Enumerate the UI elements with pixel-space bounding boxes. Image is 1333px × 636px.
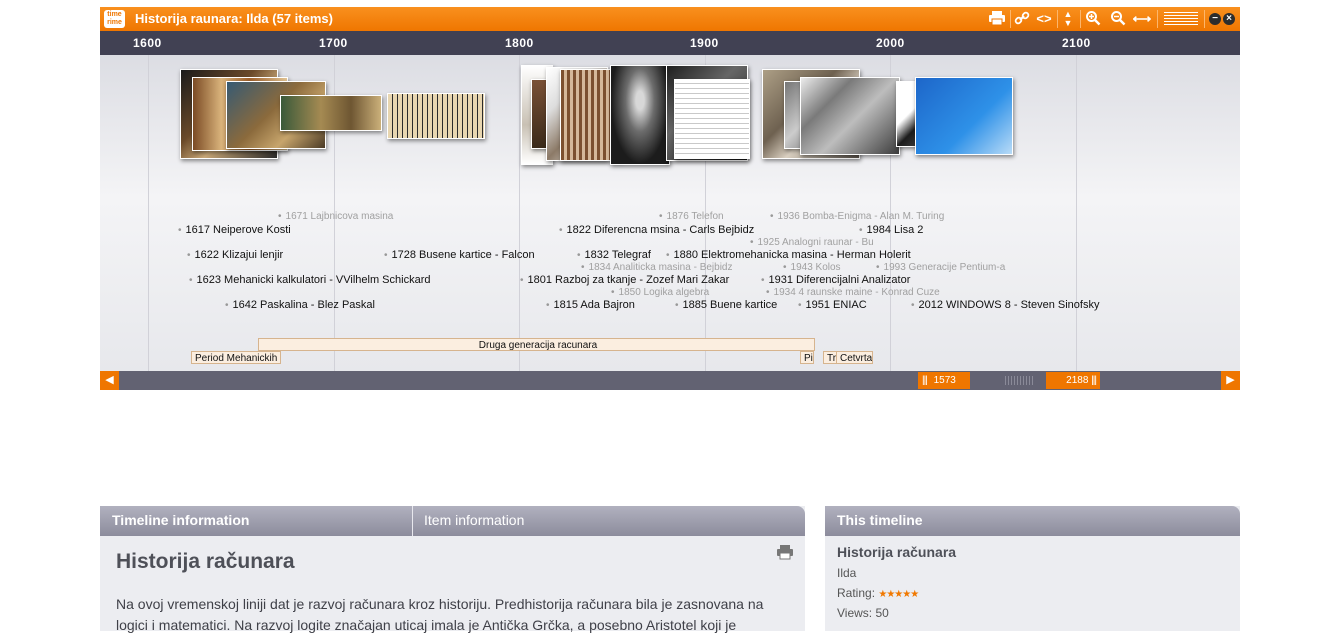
- event-label[interactable]: 1943 Kolos: [783, 261, 841, 274]
- period-bar[interactable]: Druga generacija racunara: [258, 338, 815, 351]
- period-bar[interactable]: Pi: [800, 351, 814, 364]
- rating-stars-icon: ★★★★★: [878, 589, 919, 600]
- range-start-label: 1573: [933, 375, 956, 386]
- year-label: 1700: [319, 36, 348, 50]
- zoom-out-icon[interactable]: [1108, 10, 1128, 28]
- event-label[interactable]: 1834 Analiticka masina - Bejbidz: [581, 261, 733, 274]
- punched-card-thumbnail[interactable]: [387, 93, 485, 139]
- year-label: 1900: [690, 36, 719, 50]
- event-label[interactable]: 1885 Buene kartice: [675, 299, 778, 312]
- timerime-logo[interactable]: time rime: [104, 10, 125, 28]
- event-label[interactable]: 1934 4 raunske maine - Konrad Cuze: [766, 286, 940, 299]
- year-label: 1600: [133, 36, 162, 50]
- year-label: 2000: [876, 36, 905, 50]
- toolbar-divider: [1080, 10, 1081, 28]
- gridline: [519, 55, 520, 371]
- event-label[interactable]: 1622 Klizajui lenjir: [187, 249, 284, 262]
- portrait-thumbnail[interactable]: [610, 65, 670, 165]
- pascaline-thumbnail[interactable]: [280, 95, 382, 131]
- print-icon[interactable]: [776, 544, 794, 564]
- range-window[interactable]: [969, 372, 1049, 389]
- range-end-label: 2188: [1066, 375, 1089, 386]
- year-label: 1800: [505, 36, 534, 50]
- event-label[interactable]: 1815 Ada Bajron: [546, 299, 635, 312]
- timeline-title: Historija raunara: Ilda (57 items): [135, 11, 333, 26]
- range-end-handle[interactable]: 2188 |||: [1046, 372, 1100, 389]
- tab-timeline-information[interactable]: Timeline information: [112, 506, 249, 536]
- timeline-titlebar: time rime Historija raunara: Ilda (57 ite…: [100, 7, 1240, 31]
- tab-item-information[interactable]: Item information: [424, 506, 524, 536]
- year-label: 2100: [1062, 36, 1091, 50]
- timeline-canvas[interactable]: 1671 Lajbnicova masina 1617 Neiperove Ko…: [100, 55, 1240, 371]
- toolbar-divider: [1204, 10, 1205, 28]
- gridline: [148, 55, 149, 371]
- event-label[interactable]: 1642 Paskalina - Blez Paskal: [225, 299, 375, 312]
- event-label[interactable]: 2012 WINDOWS 8 - Steven Sinofsky: [911, 299, 1100, 312]
- rating-row: Rating: ★★★★★: [837, 586, 919, 600]
- info-panel: Timeline information Item information Hi…: [100, 506, 805, 633]
- event-label[interactable]: 1850 Logika algebra: [611, 286, 710, 299]
- event-label[interactable]: 1951 ENIAC: [798, 299, 867, 312]
- timeline-widget: time rime Historija raunara: Ilda (57 ite…: [100, 7, 1240, 390]
- event-label[interactable]: 1617 Neiperove Kosti: [178, 224, 291, 237]
- event-label[interactable]: 1671 Lajbnicova masina: [278, 210, 394, 223]
- event-label[interactable]: 1925 Analogni raunar - Bu: [750, 236, 874, 249]
- timeline-description: Na ovoj vremenskoj liniji dat je razvoj …: [116, 596, 764, 633]
- toolbar-divider: [1057, 10, 1058, 28]
- event-label[interactable]: 1984 Lisa 2: [859, 224, 924, 237]
- author-link[interactable]: Ilda: [837, 566, 856, 580]
- scroll-left-arrow-icon[interactable]: ◀: [100, 371, 119, 390]
- zoom-in-icon[interactable]: [1083, 10, 1103, 28]
- up-down-icon[interactable]: ▲ ▼: [1060, 10, 1076, 28]
- range-start-handle[interactable]: ||| 1573: [918, 372, 970, 389]
- tab-divider: [412, 506, 413, 536]
- punch-card-thumbnail[interactable]: [674, 79, 750, 159]
- link-icon[interactable]: [1013, 10, 1031, 28]
- eniac-thumbnail[interactable]: [800, 77, 900, 155]
- event-label[interactable]: 1728 Busene kartice - Falcon: [384, 249, 535, 262]
- year-scale: 1600 1700 1800 1900 2000 2100: [100, 31, 1240, 55]
- this-timeline-panel: This timeline Historija računara Ilda Ra…: [825, 506, 1240, 631]
- toolbar-divider: [1157, 10, 1158, 28]
- event-label[interactable]: 1623 Mehanicki kalkulatori - VVilhelm Sc…: [189, 274, 431, 287]
- timeline-navigator[interactable]: ◀ ||| 1573 2188 ||| ▶: [100, 371, 1240, 390]
- views-count: Views: 50: [837, 606, 889, 620]
- rating-label: Rating:: [837, 586, 876, 600]
- period-bar[interactable]: Cetvrta: [836, 351, 873, 364]
- side-header-label: This timeline: [837, 512, 923, 528]
- menu-lines-icon[interactable]: [1164, 12, 1198, 26]
- windows-8-thumbnail[interactable]: [915, 77, 1013, 155]
- side-header: This timeline: [825, 506, 1240, 536]
- side-timeline-title[interactable]: Historija računara: [837, 544, 956, 560]
- toolbar-divider: [1010, 10, 1011, 28]
- fit-width-icon[interactable]: ⟷: [1131, 10, 1153, 28]
- minimize-icon[interactable]: −: [1209, 13, 1221, 25]
- timeline-heading: Historija računara: [116, 550, 295, 573]
- period-bar[interactable]: Tr: [823, 351, 837, 364]
- event-label[interactable]: 1936 Bomba-Enigma - Alan M. Turing: [770, 210, 945, 223]
- period-bar[interactable]: Period Mehanickih: [191, 351, 281, 364]
- event-label[interactable]: 1822 Diferencna msina - Carls Bejbidz: [559, 224, 755, 237]
- scroll-right-arrow-icon[interactable]: ▶: [1221, 371, 1240, 390]
- info-tabbar: Timeline information Item information: [100, 506, 805, 536]
- gridline: [1076, 55, 1077, 371]
- printer-icon[interactable]: [986, 10, 1008, 28]
- event-label[interactable]: 1876 Telefon: [659, 210, 724, 223]
- event-label[interactable]: 1993 Generacije Pentium-a: [876, 261, 1006, 274]
- close-icon[interactable]: ×: [1223, 13, 1235, 25]
- embed-code-icon[interactable]: <>: [1033, 10, 1055, 28]
